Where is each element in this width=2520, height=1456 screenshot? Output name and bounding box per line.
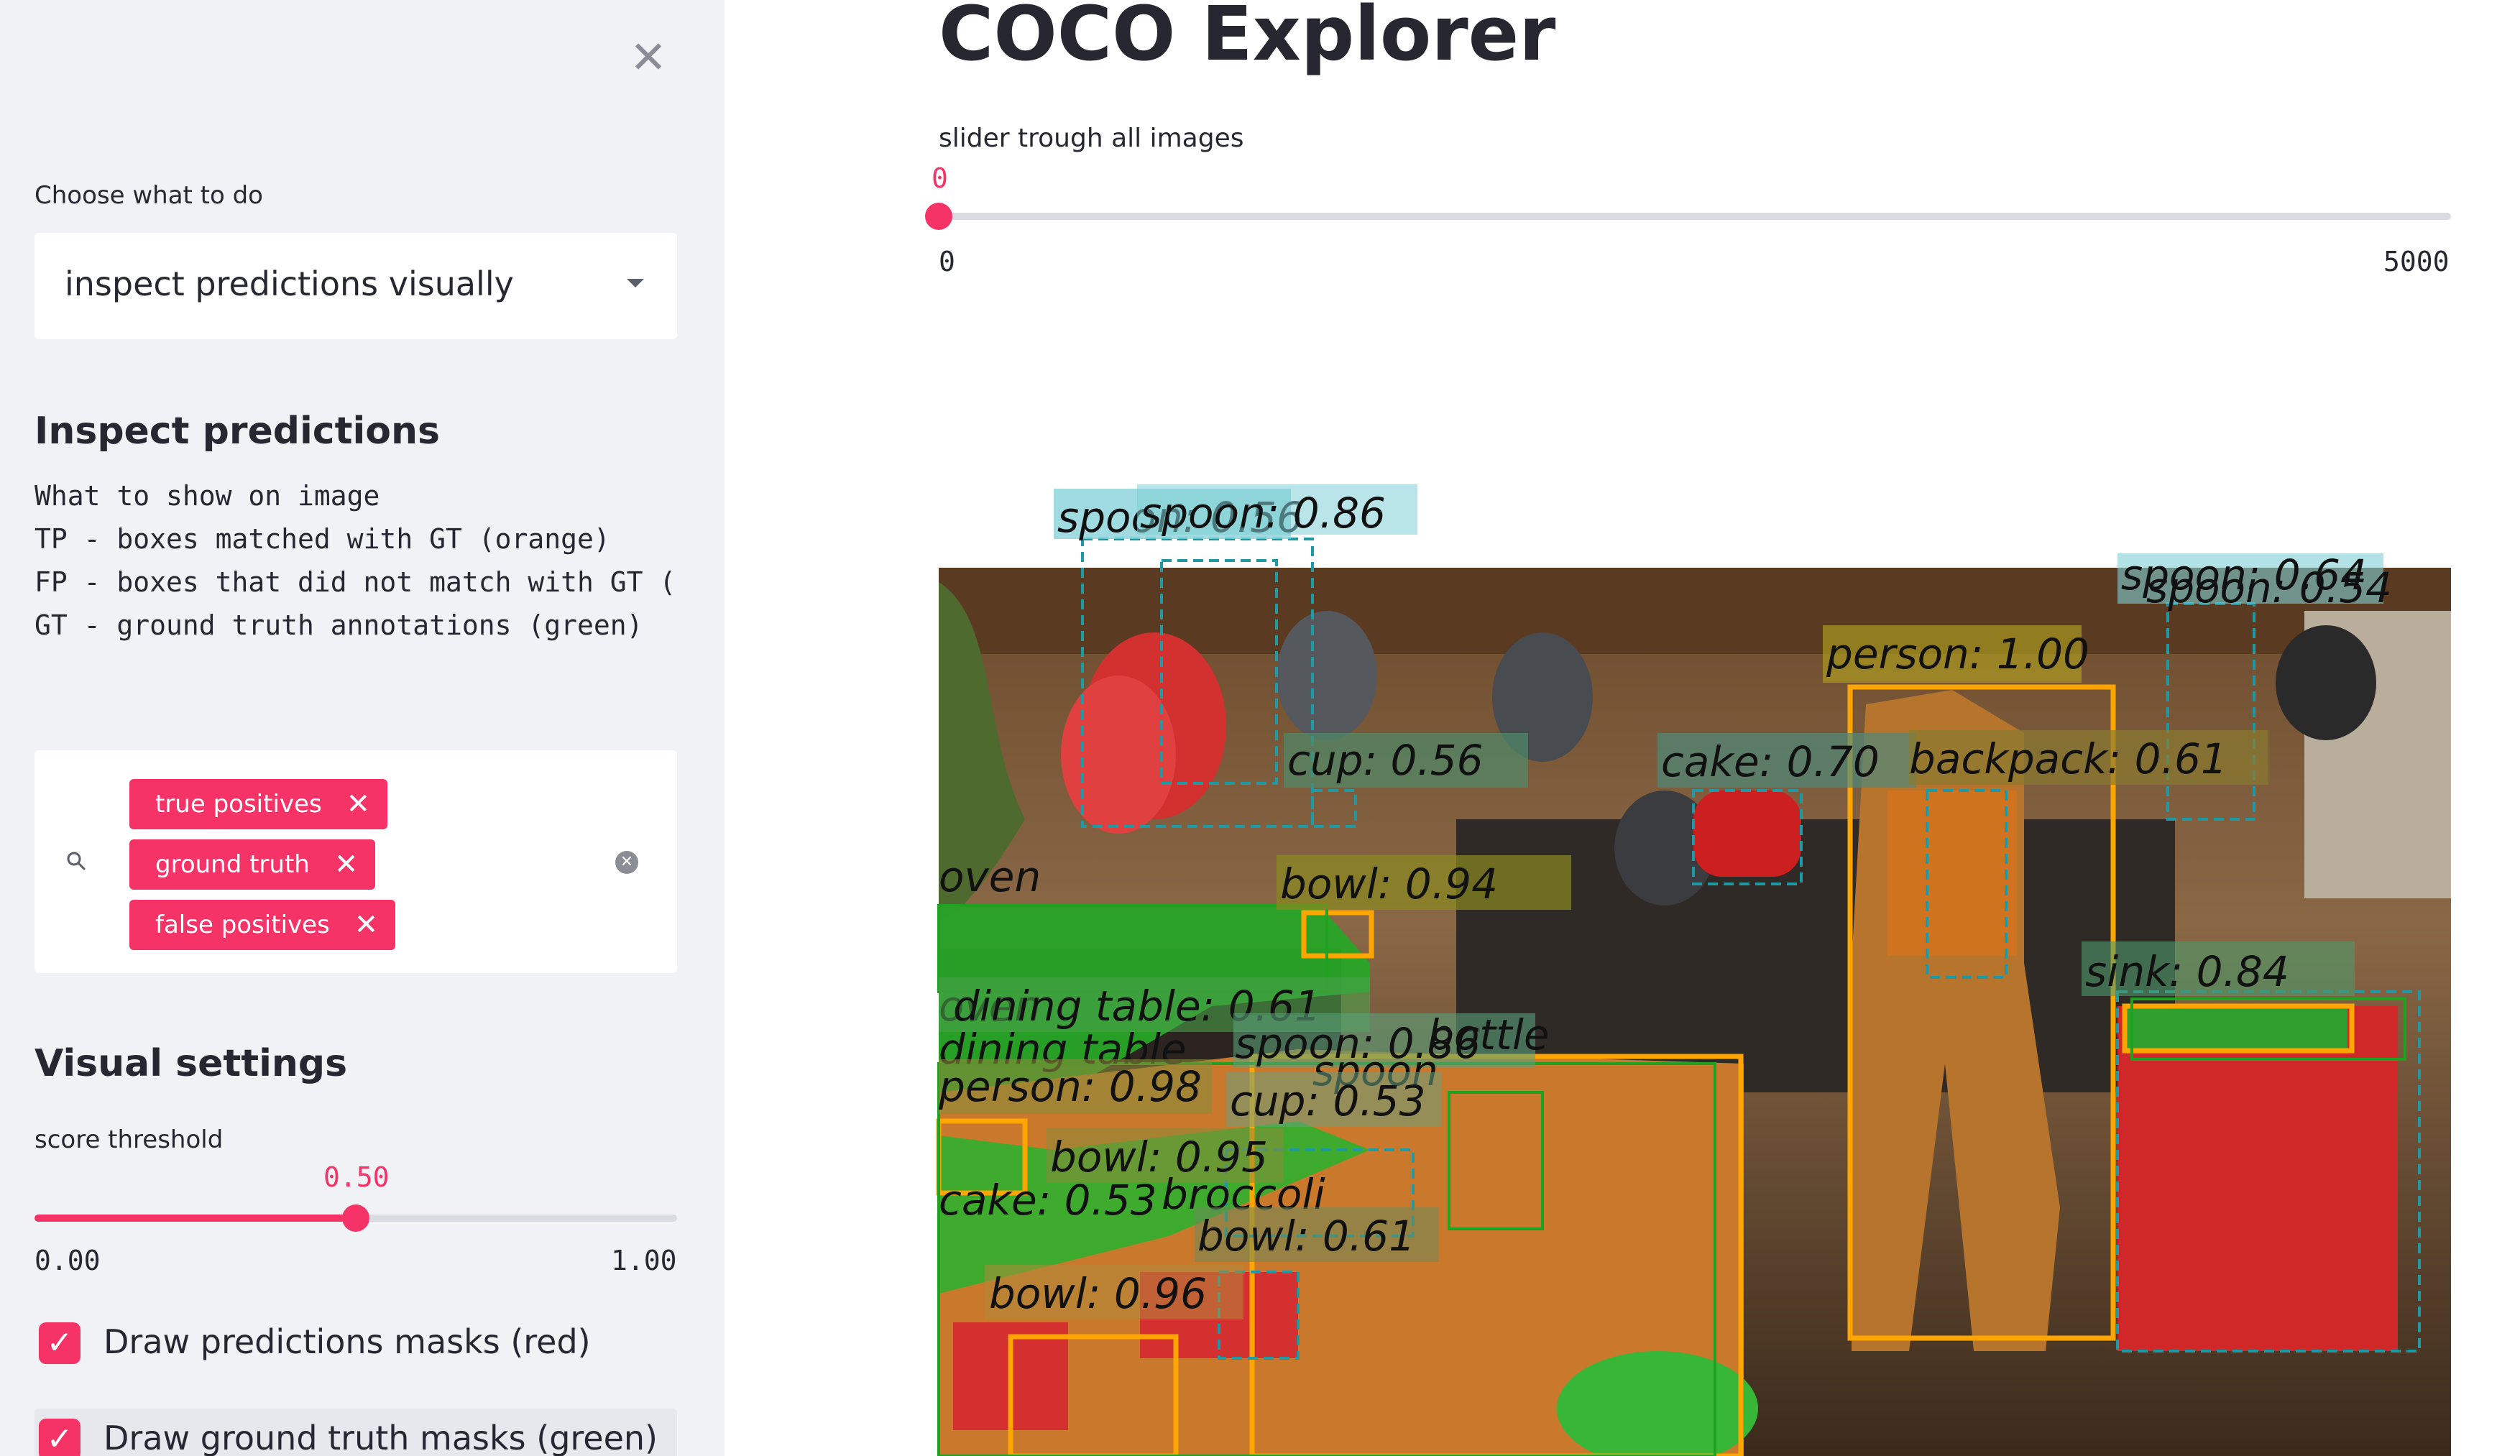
remove-tag-icon[interactable]: ✕ xyxy=(346,779,371,829)
red-pan-mask xyxy=(1061,676,1176,834)
tag-false-positives[interactable]: false positives ✕ xyxy=(129,900,396,950)
threshold-min: 0.00 xyxy=(35,1245,101,1276)
annotated-image: spoon: 0.56 spoon: 0.86 spoon: 0.64 spoo… xyxy=(936,484,2451,1456)
action-select[interactable]: inspect predictions visually xyxy=(35,233,677,339)
box-label: cake: 0.53 xyxy=(939,1176,1157,1225)
box-label: cup: 0.56 xyxy=(1287,736,1484,785)
legend-line: FP - boxes that did not match with GT ( xyxy=(35,566,676,598)
image-slider-label: slider trough all images xyxy=(939,124,1244,153)
box-label: cake: 0.70 xyxy=(1661,737,1880,786)
gt-masks-checkbox[interactable]: ✓ xyxy=(39,1419,81,1456)
pot xyxy=(2276,625,2376,740)
inspect-heading: Inspect predictions xyxy=(35,410,440,453)
box-label: spoon: 0.86 xyxy=(1140,489,1386,538)
page-title: COCO Explorer xyxy=(939,0,1556,78)
tag-label: true positives xyxy=(155,790,322,819)
legend-line: What to show on image xyxy=(35,480,380,512)
threshold-label: score threshold xyxy=(35,1125,224,1154)
remove-tag-icon[interactable]: ✕ xyxy=(334,839,359,890)
close-icon[interactable]: ✕ xyxy=(620,29,677,86)
box-label: bowl: 0.61 xyxy=(1197,1212,1415,1261)
tag-label: false positives xyxy=(155,911,330,939)
box-label: spoon: 0.54 xyxy=(2146,563,2392,612)
action-select-value: inspect predictions visually xyxy=(65,264,514,303)
box-label: person: 0.98 xyxy=(938,1062,1202,1111)
legend-line: TP - boxes matched with GT (orange) xyxy=(35,523,610,555)
legend-text: What to show on image TP - boxes matched … xyxy=(35,474,710,647)
threshold-slider-thumb[interactable] xyxy=(342,1204,369,1232)
pred-masks-label: Draw predictions masks (red) xyxy=(104,1322,591,1361)
legend-line: GT - ground truth annotations (green) xyxy=(35,609,643,641)
tag-true-positives[interactable]: true positives ✕ xyxy=(129,779,388,829)
image-slider-track[interactable] xyxy=(939,213,2451,220)
search-icon xyxy=(67,852,86,870)
pot xyxy=(1277,611,1377,740)
tag-ground-truth[interactable]: ground truth ✕ xyxy=(129,839,376,890)
gt-masks-checkbox-row[interactable]: ✓ Draw ground truth masks (green) xyxy=(35,1409,677,1456)
action-label: Choose what to do xyxy=(35,181,263,210)
box-label: cup: 0.53 xyxy=(1230,1077,1426,1125)
threshold-max: 1.00 xyxy=(611,1245,677,1276)
threshold-slider-fill xyxy=(35,1215,356,1222)
box-label: person: 1.00 xyxy=(1826,630,2089,678)
pred-masks-checkbox-row[interactable]: ✓ Draw predictions masks (red) xyxy=(35,1312,677,1377)
image-slider-value: 0 xyxy=(932,162,948,194)
image-slider-min: 0 xyxy=(939,246,955,277)
box-label: backpack: 0.61 xyxy=(1909,734,2227,783)
box-label: bowl: 0.94 xyxy=(1280,860,1498,908)
image-slider-max: 5000 xyxy=(2383,246,2450,277)
sidebar: ✕ Choose what to do inspect predictions … xyxy=(0,0,725,1456)
box-label: oven xyxy=(939,852,1041,901)
show-multiselect[interactable]: true positives ✕ ground truth ✕ false posi… xyxy=(35,750,677,973)
box-label: sink: 0.84 xyxy=(2085,947,2289,996)
threshold-value: 0.50 xyxy=(323,1161,390,1193)
box-label: bowl: 0.96 xyxy=(989,1269,1207,1318)
cake-mask xyxy=(1693,791,1801,877)
clear-all-icon[interactable]: ✕ xyxy=(615,851,638,874)
tag-label: ground truth xyxy=(155,850,310,879)
remove-tag-icon[interactable]: ✕ xyxy=(354,900,379,950)
kitchen-scene: spoon: 0.56 spoon: 0.86 spoon: 0.64 spoo… xyxy=(936,484,2451,1456)
image-slider-thumb[interactable] xyxy=(925,203,952,230)
visual-settings-heading: Visual settings xyxy=(35,1042,348,1085)
pred-masks-checkbox[interactable]: ✓ xyxy=(39,1322,81,1364)
gt-masks-label: Draw ground truth masks (green) xyxy=(104,1419,658,1456)
box-label: bottle xyxy=(1427,1010,1550,1059)
chevron-down-icon xyxy=(627,279,644,287)
backpack-mask xyxy=(1887,791,2017,956)
gt-mask-sink xyxy=(2125,1006,2347,1054)
